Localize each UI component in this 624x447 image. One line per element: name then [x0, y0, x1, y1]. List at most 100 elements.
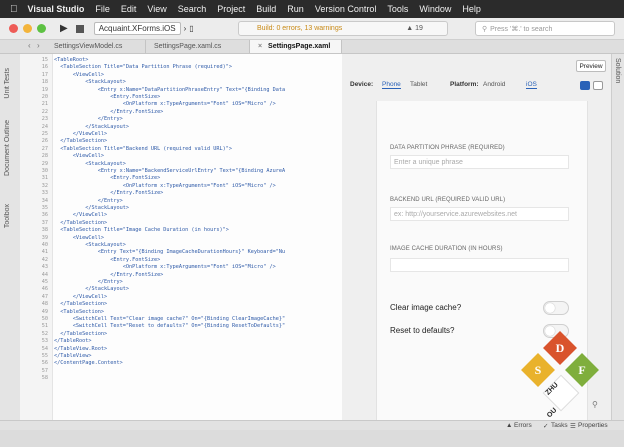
- tasks-pad-button[interactable]: Tasks: [551, 422, 568, 429]
- solution-pad-tab[interactable]: Solution: [614, 58, 621, 83]
- stop-button[interactable]: [75, 24, 84, 33]
- menu-edit[interactable]: Edit: [121, 4, 137, 14]
- apple-icon[interactable]: : [10, 4, 18, 15]
- platform-label: Platform:: [450, 81, 479, 88]
- unit-tests-pad-tab[interactable]: Unit Tests: [4, 68, 11, 99]
- code-text: <Entry.FontSize>: [54, 256, 161, 263]
- zoom-icon[interactable]: ⚲: [592, 400, 598, 409]
- warning-icon: ▲: [406, 25, 414, 32]
- code-text: </TableView>: [54, 353, 92, 359]
- line-number: 35: [41, 205, 48, 211]
- code-text: </Entry.FontSize>: [54, 271, 164, 278]
- properties-pad-button[interactable]: Properties: [578, 422, 608, 429]
- clear-image-cache-switch[interactable]: [543, 301, 569, 315]
- code-line: 27 <TableSection Title="Backend URL (req…: [20, 146, 342, 153]
- tab-settings-page-xaml[interactable]: × SettingsPage.xaml: [250, 40, 342, 53]
- menu-help[interactable]: Help: [462, 4, 481, 14]
- platform-option-android[interactable]: Android: [483, 81, 505, 88]
- code-editor[interactable]: 15 <TableRoot> 16 <TableSection Title="Dat…: [20, 54, 343, 420]
- errors-pad-button[interactable]: Errors: [514, 422, 532, 429]
- menu-build[interactable]: Build: [256, 4, 276, 14]
- code-text: <StackLayout>: [54, 160, 126, 167]
- menu-version-control[interactable]: Version Control: [315, 4, 377, 14]
- device-option-phone[interactable]: Phone: [382, 81, 401, 89]
- code-line: 50 <SwitchCell Text="Clear image cache?"…: [20, 316, 342, 323]
- zoom-window-button[interactable]: [37, 24, 46, 33]
- code-line: 38 <TableSection Title="Image Cache Dura…: [20, 227, 342, 234]
- menu-window[interactable]: Window: [419, 4, 451, 14]
- data-partition-entry[interactable]: Enter a unique phrase: [390, 155, 569, 169]
- warning-count: 19: [415, 25, 423, 32]
- line-number: 53: [41, 338, 48, 345]
- code-text: <OnPlatform x:TypeArguments="Font" iOS="…: [54, 182, 276, 189]
- code-text: <TableSection Title="Image Cache Duratio…: [54, 227, 229, 234]
- code-line: 16 <TableSection Title="Data Partition P…: [20, 64, 342, 71]
- menu-run[interactable]: Run: [287, 4, 304, 14]
- configuration-selector[interactable]: Acquaint.XForms.iOS › ▯: [93, 22, 194, 35]
- line-number: 22: [41, 108, 48, 115]
- code-line: 44 </Entry.FontSize>: [20, 272, 342, 279]
- close-icon[interactable]: ×: [258, 43, 262, 50]
- line-number: 19: [41, 86, 48, 93]
- image-cache-duration-entry[interactable]: [390, 258, 569, 272]
- menu-bar:  Visual Studio File Edit View Search Pr…: [0, 0, 624, 18]
- android-preview-toggle-icon[interactable]: [593, 81, 603, 90]
- code-text: <Entry Text="{Binding ImageCacheDuration…: [54, 249, 286, 256]
- code-text: </TableSection>: [54, 219, 108, 226]
- code-text: <Entry x:Name="DataPartitionPhraseEntry"…: [54, 86, 286, 93]
- tab-label: SettingsPage.xaml: [268, 43, 331, 50]
- check-icon: ✓: [543, 423, 549, 430]
- code-line: 26 </TableSection>: [20, 138, 342, 145]
- menu-tools[interactable]: Tools: [387, 4, 408, 14]
- code-line: 33 </Entry.FontSize>: [20, 190, 342, 197]
- code-line: 29 <StackLayout>: [20, 161, 342, 168]
- menu-view[interactable]: View: [147, 4, 166, 14]
- code-line: 32 <OnPlatform x:TypeArguments="Font" iO…: [20, 183, 342, 190]
- line-number: 47: [41, 293, 48, 300]
- ios-preview-toggle-icon[interactable]: [580, 81, 590, 90]
- chevron-right-icon[interactable]: ›: [37, 41, 40, 50]
- line-number: 54: [41, 345, 48, 352]
- code-line: 45 </Entry>: [20, 279, 342, 286]
- backend-url-entry[interactable]: ex: http://yourservice.azurewebsites.net: [390, 207, 569, 221]
- section-title-backend-url: BACKEND URL (REQUIRED VALID URL): [390, 197, 506, 203]
- menu-file[interactable]: File: [95, 4, 110, 14]
- platform-option-ios[interactable]: iOS: [526, 81, 537, 89]
- tab-settings-view-model[interactable]: SettingsViewModel.cs: [46, 40, 146, 53]
- chevron-left-icon[interactable]: ‹: [28, 41, 31, 50]
- code-line: 58: [20, 375, 342, 382]
- run-button[interactable]: ▶: [60, 23, 68, 34]
- line-number: 56: [41, 360, 48, 367]
- tab-settings-page-xaml-cs[interactable]: SettingsPage.xaml.cs: [146, 40, 250, 53]
- menu-project[interactable]: Project: [217, 4, 245, 14]
- minimize-window-button[interactable]: [23, 24, 32, 33]
- reset-to-defaults-label: Reset to defaults?: [390, 326, 455, 335]
- code-line: 54 </TableView.Root>: [20, 346, 342, 353]
- code-line: 21 <OnPlatform x:TypeArguments="Font" iO…: [20, 101, 342, 108]
- menu-visual-studio[interactable]: Visual Studio: [28, 4, 85, 14]
- search-input[interactable]: ⚲ Press '⌘.' to search: [475, 21, 615, 36]
- code-line: 52 </TableSection>: [20, 331, 342, 338]
- line-number: 24: [41, 123, 48, 130]
- device-option-tablet[interactable]: Tablet: [410, 81, 427, 88]
- code-line: 31 <Entry.FontSize>: [20, 175, 342, 182]
- code-text: </ViewCell>: [54, 131, 108, 137]
- preview-button[interactable]: Preview: [576, 60, 606, 72]
- toolbox-pad-tab[interactable]: Toolbox: [4, 204, 11, 228]
- menu-search[interactable]: Search: [178, 4, 207, 14]
- line-number: 40: [41, 242, 48, 248]
- close-window-button[interactable]: [9, 24, 18, 33]
- build-status-bar[interactable]: Build: 0 errors, 13 warnings ▲ 19: [238, 21, 448, 36]
- line-number: 37: [41, 219, 48, 226]
- configuration-label: Acquaint.XForms.iOS: [93, 22, 181, 35]
- line-number: 41: [41, 249, 48, 256]
- code-line: 47 </ViewCell>: [20, 294, 342, 301]
- device-label: Device:: [350, 81, 374, 88]
- document-outline-pad-tab[interactable]: Document Outline: [4, 120, 11, 176]
- line-number: 52: [41, 330, 48, 337]
- line-number: 20: [41, 94, 48, 100]
- watermark-diamond-f: F: [565, 353, 599, 387]
- code-text: </Entry>: [54, 116, 123, 123]
- line-number: 43: [41, 264, 48, 271]
- tab-label: SettingsViewModel.cs: [54, 43, 123, 50]
